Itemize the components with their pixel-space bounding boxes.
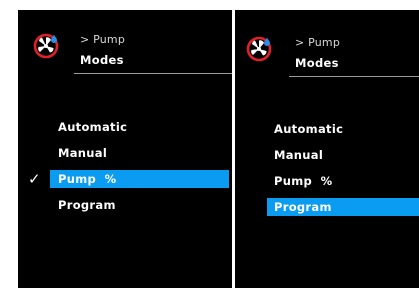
modes-menu: Automatic Manual Pump % Program <box>235 116 419 220</box>
menu-item-label: Pump % <box>274 174 333 188</box>
breadcrumb[interactable]: > Pump <box>80 33 125 46</box>
menu-item-manual[interactable]: Manual <box>235 142 419 168</box>
menu-item-program[interactable]: Program <box>235 194 419 220</box>
menu-item-pump-percent[interactable]: Pump % <box>235 168 419 194</box>
menu-item-label: Manual <box>274 148 324 162</box>
header-divider <box>74 73 232 74</box>
page-title: Modes <box>295 56 339 70</box>
header-divider <box>289 76 419 77</box>
menu-item-pump-percent[interactable]: ✓ Pump % <box>18 166 232 192</box>
modes-menu: Automatic Manual ✓ Pump % Program <box>18 114 232 218</box>
screen-header: > Pump Modes <box>18 10 232 74</box>
menu-item-automatic[interactable]: Automatic <box>18 114 232 140</box>
checkmark-icon: ✓ <box>28 170 41 188</box>
menu-item-automatic[interactable]: Automatic <box>235 116 419 142</box>
menu-item-manual[interactable]: Manual <box>18 140 232 166</box>
screen-header: > Pump Modes <box>235 10 419 77</box>
device-screen-left: > Pump Modes Automatic Manual ✓ Pump % P… <box>18 10 232 288</box>
menu-item-label: Program <box>274 200 332 214</box>
page-title: Modes <box>80 53 124 67</box>
menu-item-label: Pump % <box>58 172 117 186</box>
breadcrumb[interactable]: > Pump <box>295 36 340 49</box>
device-screen-right: > Pump Modes Automatic Manual Pump % Pro… <box>235 10 419 288</box>
menu-item-program[interactable]: Program <box>18 192 232 218</box>
pump-fan-icon <box>246 36 272 62</box>
menu-item-label: Automatic <box>58 120 128 134</box>
menu-item-label: Program <box>58 198 116 212</box>
pump-fan-icon <box>33 33 59 59</box>
menu-item-label: Automatic <box>274 122 344 136</box>
menu-item-label: Manual <box>58 146 108 160</box>
